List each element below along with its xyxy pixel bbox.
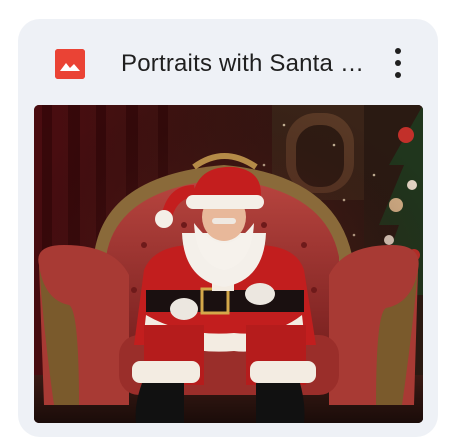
- more-options-button[interactable]: [386, 45, 410, 81]
- more-vert-icon: [395, 48, 401, 54]
- more-vert-icon-dot: [395, 60, 401, 66]
- file-card-header: Portraits with Santa Claus: [18, 19, 438, 105]
- file-title[interactable]: Portraits with Santa Claus: [121, 48, 376, 80]
- file-thumbnail[interactable]: [34, 105, 423, 423]
- image-icon: [55, 49, 85, 79]
- more-vert-icon-dot: [395, 72, 401, 78]
- file-card[interactable]: Portraits with Santa Claus: [18, 19, 438, 437]
- santa-portrait-image: [34, 105, 423, 423]
